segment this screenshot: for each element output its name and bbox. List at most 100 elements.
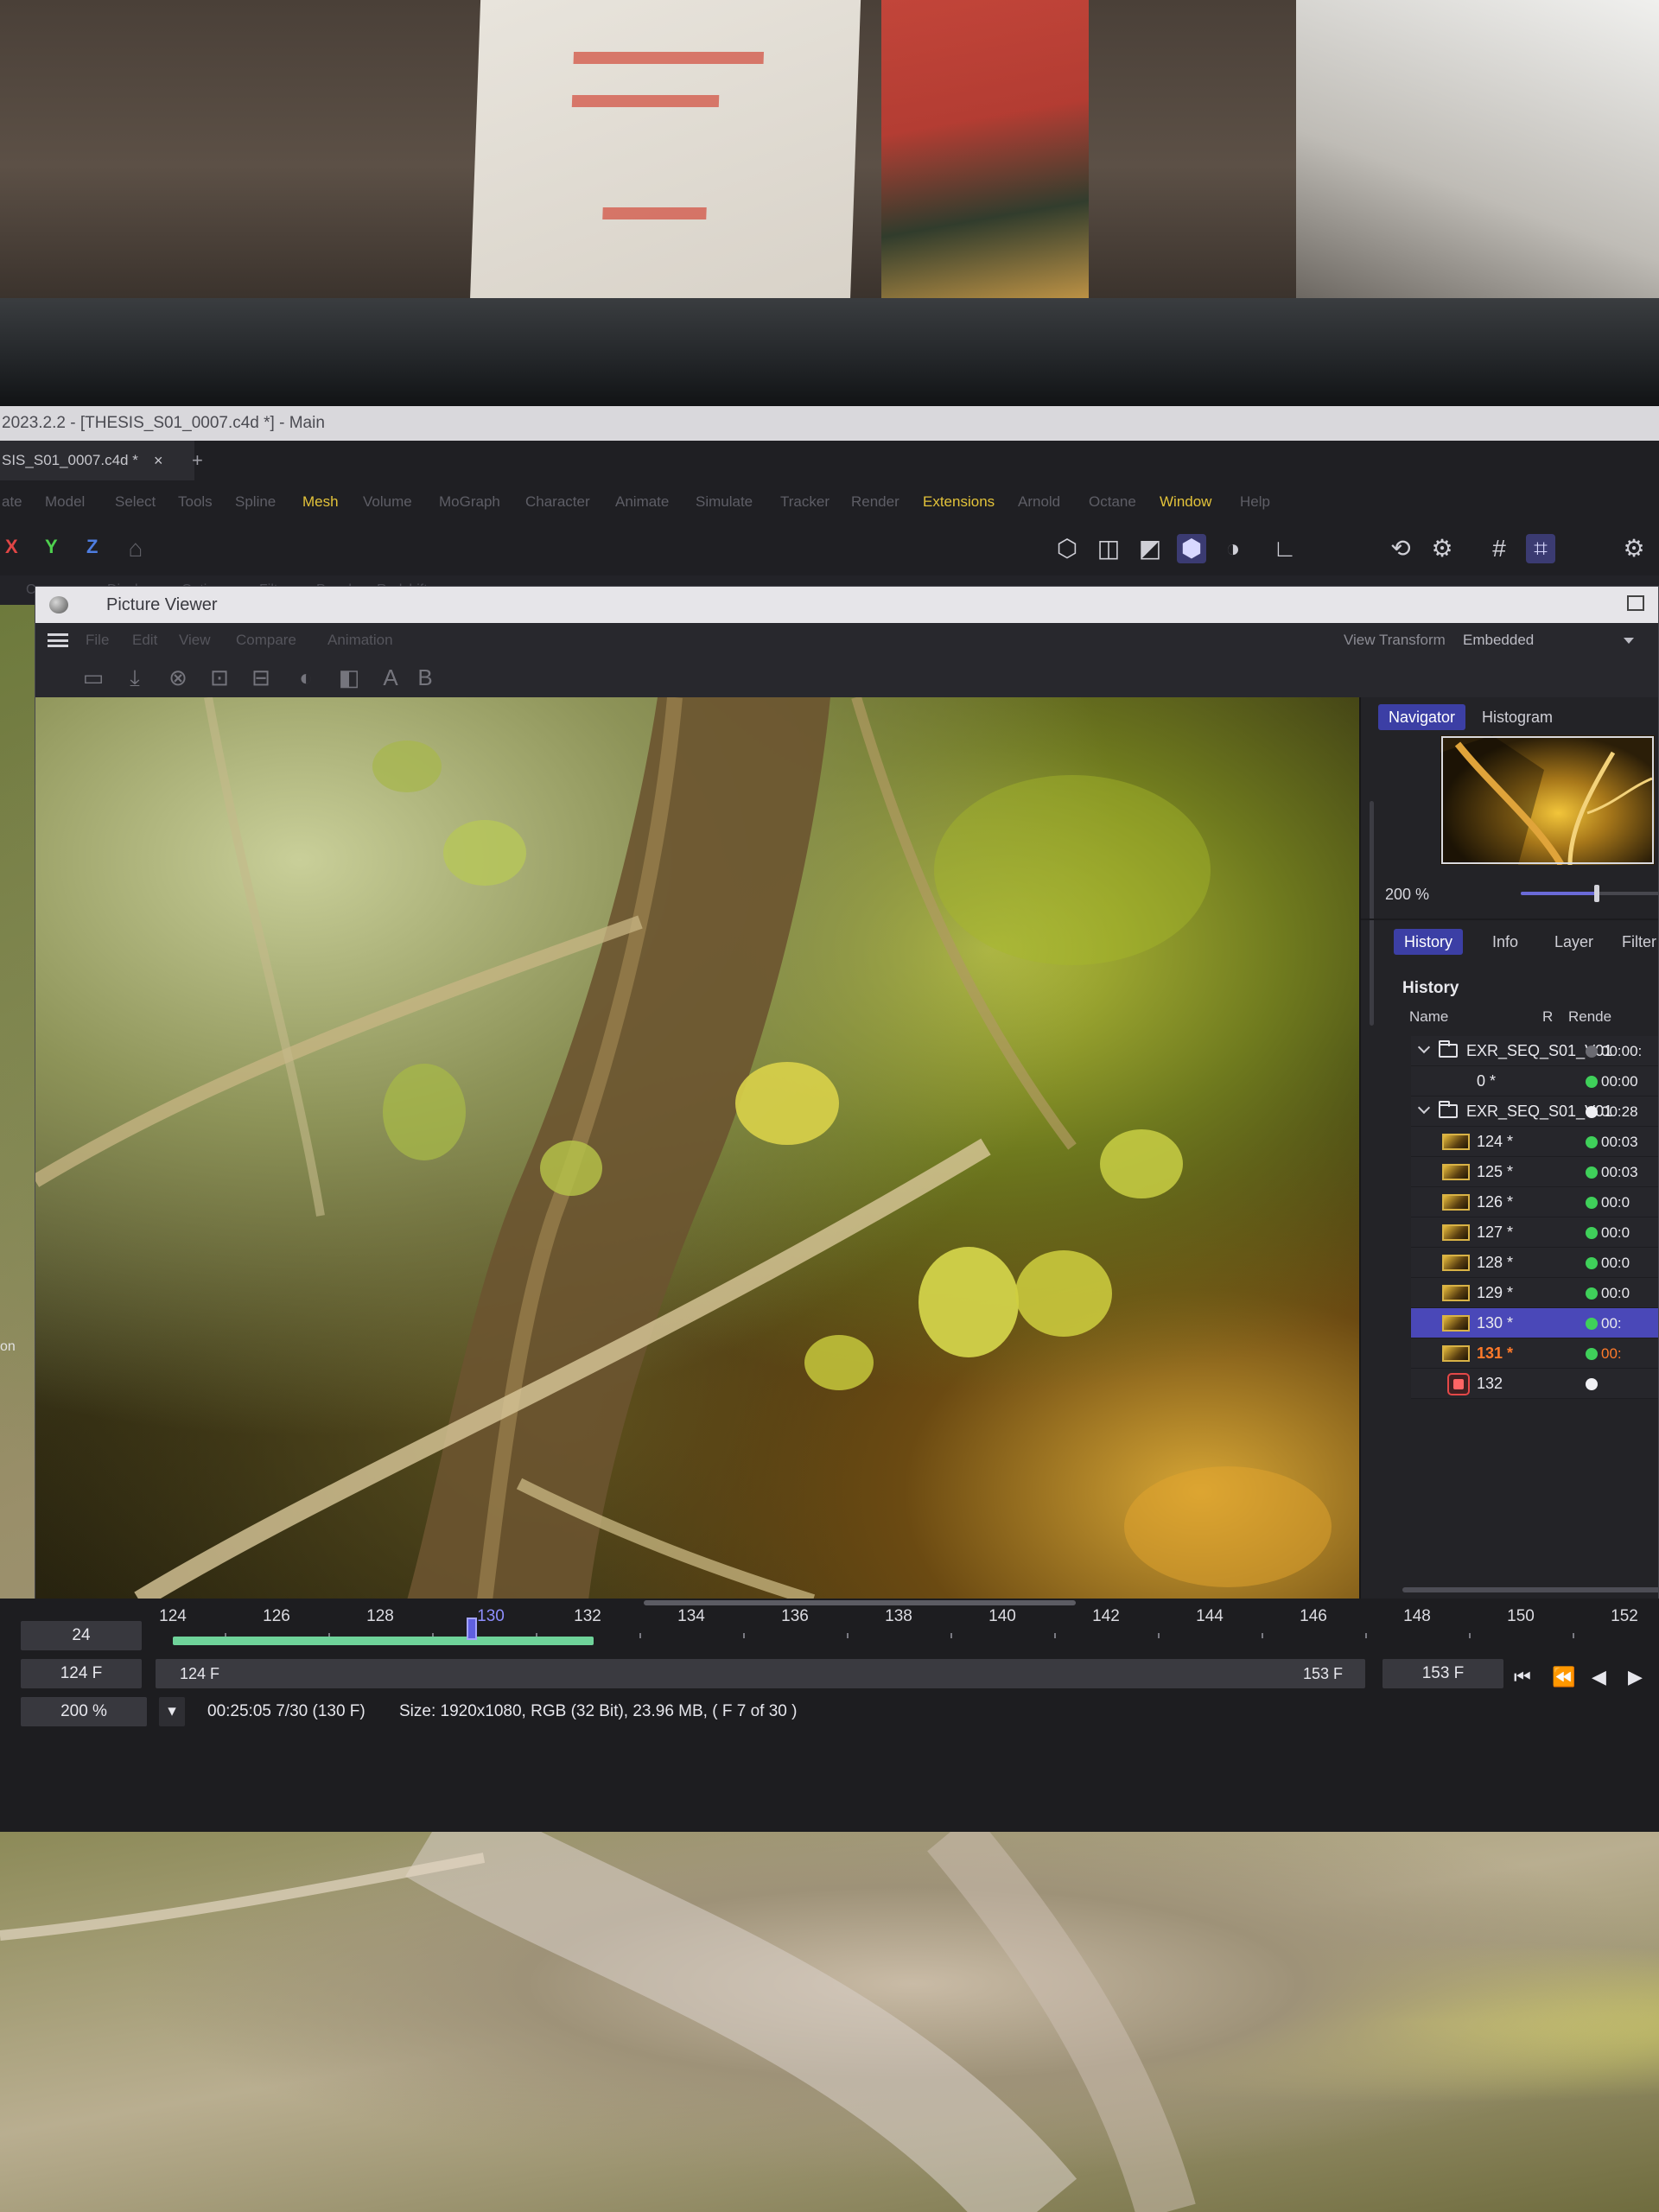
pv-menu-file[interactable]: File [86,623,109,658]
history-row[interactable]: 131 * 00: [1411,1338,1658,1369]
menu-render[interactable]: Render [851,480,899,524]
menu-help[interactable]: Help [1240,480,1270,524]
menu-volume[interactable]: Volume [363,480,412,524]
history-row[interactable]: EXR_SEQ_S01_V01 00:00: [1411,1036,1658,1066]
open-folder-icon[interactable]: ▭ [79,663,108,692]
y-axis-toggle[interactable]: Y [45,536,58,558]
coordinate-system-icon[interactable]: ⌂ [121,534,150,563]
menu-spline[interactable]: Spline [235,480,276,524]
timeline-area: 24 124 F 200 % ▾ 124 126 128 130 132 134 136 13… [0,1599,1659,1832]
history-row[interactable]: 128 * 00:0 [1411,1248,1658,1278]
tab-info[interactable]: Info [1482,929,1529,955]
z-axis-toggle[interactable]: Z [86,536,98,558]
chevron-down-icon[interactable] [1624,638,1634,644]
menu-mograph[interactable]: MoGraph [439,480,500,524]
history-row[interactable]: 127 * 00:0 [1411,1217,1658,1248]
compare-split-icon[interactable]: ◧ [334,663,364,692]
tab-history[interactable]: History [1394,929,1464,955]
menu-arnold[interactable]: Arnold [1018,480,1060,524]
region-icon[interactable]: ⊡ [205,663,234,692]
tab-navigator[interactable]: Navigator [1378,704,1466,730]
maximize-icon[interactable] [1627,595,1644,611]
column-header-r[interactable]: R [1542,1008,1553,1026]
compare-a-button[interactable]: A [376,663,405,692]
history-row[interactable]: 125 * 00:03 [1411,1157,1658,1187]
menu-select[interactable]: Select [115,480,156,524]
pv-menu-animation[interactable]: Animation [327,623,393,658]
grid-icon[interactable]: # [1484,534,1514,563]
play-backward-icon[interactable]: ◀ [1592,1666,1606,1688]
menu-extensions[interactable]: Extensions [923,480,995,524]
contrast-icon[interactable]: ◐ [291,663,321,692]
region-all-icon[interactable]: ⊟ [246,663,276,692]
dock-vertical-scrollbar[interactable] [1370,801,1374,1026]
workplane-grid-icon[interactable]: ⌗ [1526,534,1555,563]
points-mode-icon[interactable]: ⬡ [1052,534,1082,563]
menu-tools[interactable]: Tools [178,480,213,524]
settings-gear-icon[interactable]: ⚙ [1619,534,1649,563]
menu-simulate[interactable]: Simulate [696,480,753,524]
tab-histogram[interactable]: Histogram [1471,704,1563,730]
column-header-name[interactable]: Name [1409,1008,1448,1026]
history-row-label: 130 * [1477,1314,1514,1332]
compare-b-button[interactable]: B [410,663,440,692]
clear-icon[interactable]: ⊗ [163,663,193,692]
previous-frame-icon[interactable]: ⏪ [1552,1666,1575,1688]
zoom-slider[interactable] [1521,885,1658,902]
polygons-mode-icon[interactable]: ◩ [1135,534,1165,563]
timeline-playhead[interactable] [467,1618,477,1640]
current-frame-field[interactable]: 24 [21,1621,142,1650]
history-row[interactable]: 126 * 00:0 [1411,1187,1658,1217]
pv-menu-view[interactable]: View [179,623,211,658]
menu-tracker[interactable]: Tracker [780,480,830,524]
menu-animate[interactable]: Animate [615,480,669,524]
add-tab-icon[interactable]: + [192,441,203,480]
column-header-render[interactable]: Rende [1568,1008,1611,1026]
picture-viewer-title-bar[interactable]: Picture Viewer [35,587,1658,623]
menu-create[interactable]: ate [2,480,22,524]
axis-mode-icon[interactable]: ∟ [1270,534,1300,563]
frame-range-bar[interactable] [156,1659,1365,1688]
save-icon[interactable]: ⤓ [120,663,149,692]
chevron-down-icon[interactable] [1417,1040,1431,1054]
view-transform-select[interactable]: Embedded [1463,623,1636,658]
zoom-slider-handle[interactable] [1594,885,1599,902]
menu-mesh[interactable]: Mesh [302,480,339,524]
history-row[interactable]: 124 * 00:03 [1411,1127,1658,1157]
chevron-down-icon[interactable]: ▾ [159,1697,185,1726]
model-mode-icon[interactable]: ⬢ [1177,534,1206,563]
dock-horizontal-scrollbar[interactable] [1402,1587,1658,1592]
chevron-down-icon[interactable] [1417,1101,1431,1115]
menu-character[interactable]: Character [525,480,590,524]
pv-menu-compare[interactable]: Compare [236,623,296,658]
hamburger-menu-icon[interactable] [48,633,68,647]
menu-octane[interactable]: Octane [1089,480,1136,524]
play-forward-icon[interactable]: ▶ [1628,1666,1643,1688]
history-row[interactable]: 129 * 00:0 [1411,1278,1658,1308]
history-row[interactable]: EXR_SEQ_S01_V01 00:28 [1411,1096,1658,1127]
start-frame-field[interactable]: 124 F [21,1659,142,1688]
rendered-image[interactable] [35,697,1359,1600]
x-axis-toggle[interactable]: X [5,536,18,558]
history-row[interactable]: 0 * 00:00 [1411,1066,1658,1096]
zoom-field[interactable]: 200 % [21,1697,147,1726]
end-frame-field[interactable]: 153 F [1382,1659,1503,1688]
navigator-thumbnail[interactable] [1440,735,1655,865]
uv-mode-icon[interactable]: ◑ [1218,534,1248,563]
snap-settings-icon[interactable]: ⚙ [1427,534,1457,563]
tab-layer[interactable]: Layer [1544,929,1604,955]
tab-filter[interactable]: Filter [1611,929,1658,955]
enable-snap-icon[interactable]: ⟲ [1386,534,1415,563]
timeline-ruler[interactable]: 124 126 128 130 132 134 136 138 140 142 144 146 148 1… [159,1599,1659,1659]
close-icon[interactable]: × [154,441,163,480]
history-row[interactable]: 130 * 00: [1411,1308,1658,1338]
history-row[interactable]: 132 [1411,1369,1658,1399]
pv-menu-edit[interactable]: Edit [132,623,157,658]
edges-mode-icon[interactable]: ◫ [1094,534,1123,563]
cinema4d-logo-icon [49,596,68,613]
document-tab[interactable]: SIS_S01_0007.c4d * [0,441,194,480]
timeline-minor-tick [743,1633,745,1638]
go-to-start-icon[interactable]: ⏮ [1514,1666,1531,1688]
menu-window[interactable]: Window [1160,480,1211,524]
menu-model[interactable]: Model [45,480,85,524]
